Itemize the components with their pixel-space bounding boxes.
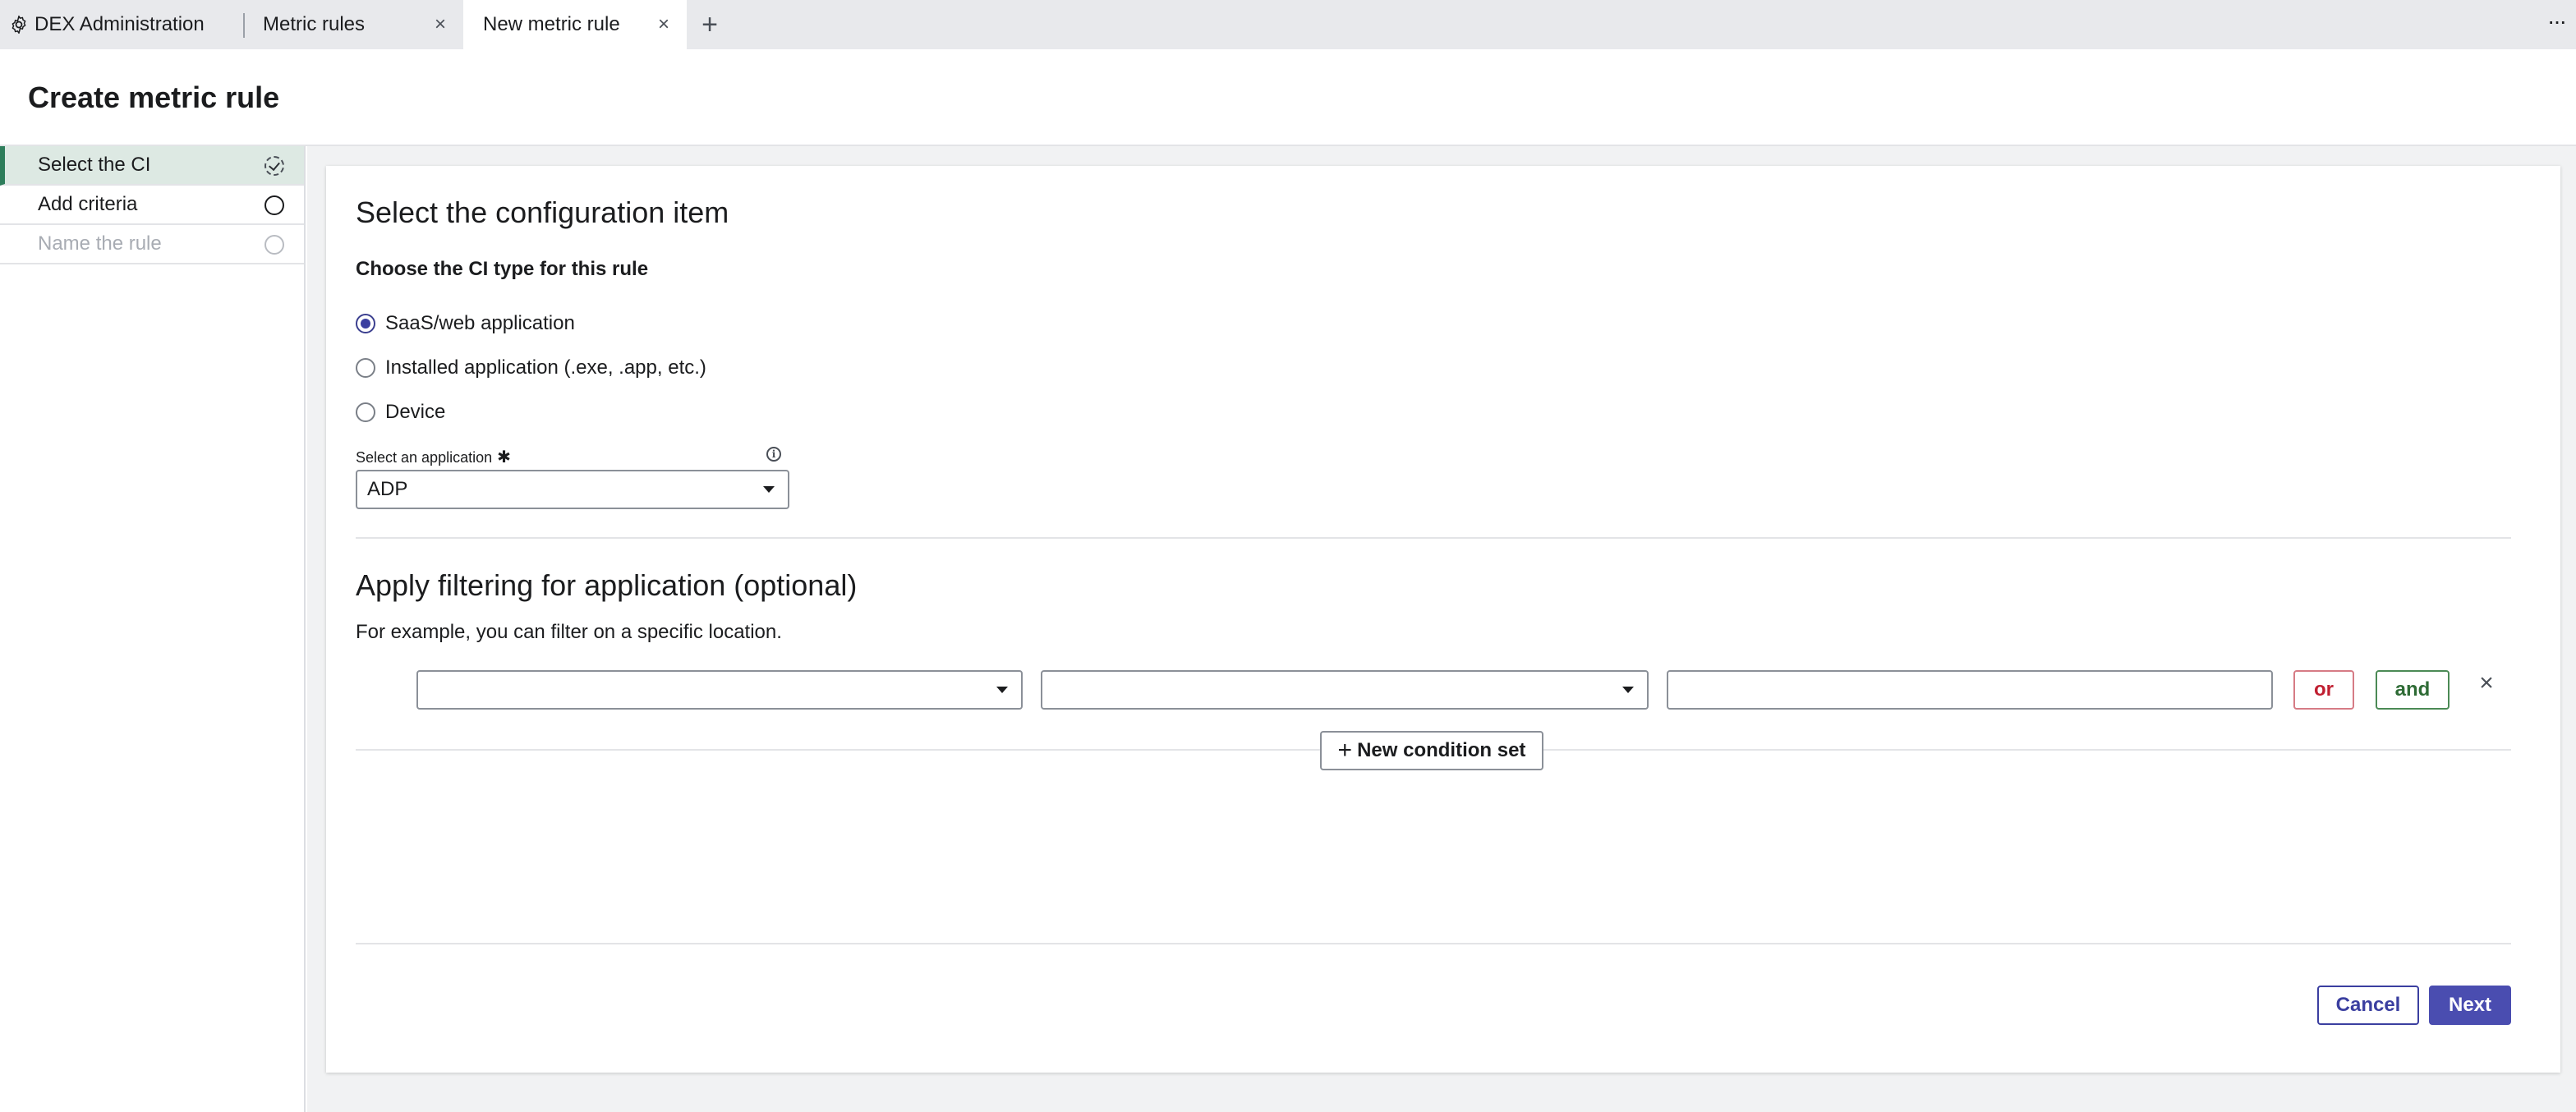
radio-label: Device — [385, 401, 446, 423]
caret-down-icon — [996, 687, 1008, 693]
step-in-progress-icon — [264, 156, 284, 176]
more-options-icon[interactable]: ··· — [2542, 10, 2571, 36]
section-heading-ci: Select the configuration item — [356, 195, 729, 229]
ci-type-label: Choose the CI type for this rule — [356, 258, 649, 280]
plus-icon: + — [1337, 737, 1353, 764]
page-title: Create metric rule — [28, 80, 280, 114]
add-tab-icon[interactable]: + — [687, 0, 733, 49]
gear-icon — [12, 15, 26, 34]
field-label-text: Select an application — [356, 449, 493, 466]
next-button[interactable]: Next — [2429, 986, 2511, 1025]
filter-helper-text: For example, you can filter on a specifi… — [356, 621, 782, 643]
step-label: Select the CI — [38, 154, 151, 176]
radio-installed-application[interactable]: Installed application (.exe, .app, etc.) — [356, 356, 706, 380]
section-heading-filtering: Apply filtering for application (optiona… — [356, 568, 858, 602]
tab-label: Metric rules — [263, 13, 366, 35]
step-pending-icon — [264, 195, 284, 215]
application-select[interactable]: ADP — [356, 470, 789, 509]
step-select-ci[interactable]: Select the CI — [0, 146, 304, 186]
or-button[interactable]: or — [2293, 670, 2354, 710]
condition-operator-select[interactable] — [1041, 670, 1649, 710]
form-card: Select the configuration item Choose the… — [326, 166, 2560, 1073]
close-icon[interactable]: × — [432, 15, 448, 34]
tab-label: New metric rule — [483, 13, 620, 35]
cancel-button[interactable]: Cancel — [2317, 986, 2419, 1025]
step-pending-icon — [264, 235, 284, 255]
tab-new-metric-rule[interactable]: New metric rule × — [463, 0, 687, 49]
new-condition-set-button[interactable]: + New condition set — [1320, 731, 1543, 770]
step-name-rule: Name the rule — [0, 225, 304, 264]
required-icon: ✱ — [497, 448, 511, 466]
radio-button-checked[interactable] — [356, 314, 375, 333]
remove-condition-icon[interactable]: × — [2477, 671, 2496, 696]
page-header: Create metric rule — [0, 49, 2576, 146]
and-button[interactable]: and — [2376, 670, 2450, 710]
info-icon[interactable]: i — [766, 447, 781, 462]
step-label: Add criteria — [38, 193, 138, 215]
condition-field-select[interactable] — [416, 670, 1023, 710]
caret-down-icon — [1622, 687, 1634, 693]
radio-button[interactable] — [356, 402, 375, 422]
step-label: Name the rule — [38, 232, 162, 255]
caret-down-icon — [763, 486, 775, 493]
select-value: ADP — [367, 478, 408, 500]
step-add-criteria[interactable]: Add criteria — [0, 186, 304, 225]
radio-label: SaaS/web application — [385, 312, 575, 334]
tab-metric-rules[interactable]: Metric rules × — [243, 0, 463, 49]
radio-device[interactable]: Device — [356, 400, 445, 425]
condition-value-input[interactable] — [1667, 670, 2273, 710]
button-label: New condition set — [1357, 739, 1526, 761]
wizard-steps: Select the CI Add criteria Name the rule — [0, 146, 306, 1112]
radio-label: Installed application (.exe, .app, etc.) — [385, 356, 706, 379]
tab-dex-administration[interactable]: DEX Administration — [0, 0, 243, 49]
divider — [356, 537, 2511, 539]
divider — [356, 943, 2511, 944]
radio-saas-web-application[interactable]: SaaS/web application — [356, 311, 575, 336]
close-icon[interactable]: × — [656, 15, 672, 34]
select-application-label: Select an application ✱ — [356, 447, 511, 467]
tab-bar: DEX Administration Metric rules × New me… — [0, 0, 2576, 49]
radio-button[interactable] — [356, 358, 375, 378]
tab-label: DEX Administration — [34, 13, 205, 35]
